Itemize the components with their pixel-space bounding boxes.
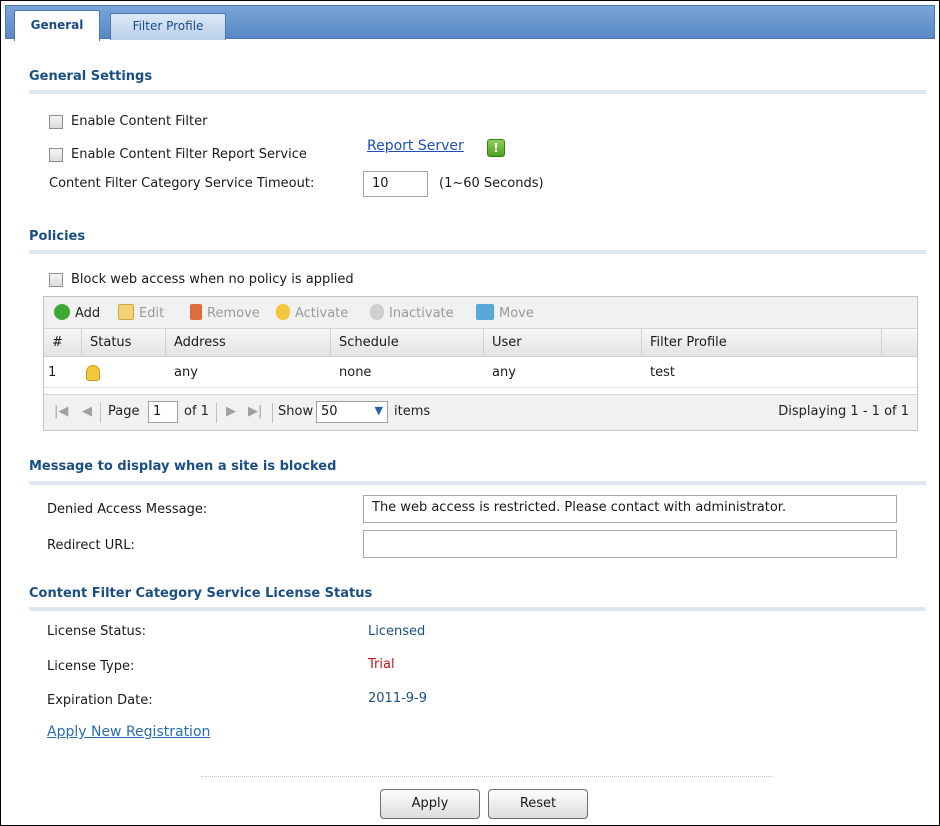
expiration-date-label: Expiration Date:	[47, 693, 153, 708]
denied-access-label: Denied Access Message:	[47, 502, 208, 517]
column-header-number[interactable]: #	[44, 329, 82, 356]
separator	[272, 403, 273, 423]
section-divider	[29, 250, 926, 254]
section-divider	[29, 607, 926, 611]
row-filter-profile: test	[650, 365, 675, 380]
trash-icon	[190, 304, 202, 320]
enable-report-service-label: Enable Content Filter Report Service	[71, 147, 307, 162]
page-size-value: 50	[321, 404, 338, 419]
separator	[100, 403, 101, 423]
license-section-title: Content Filter Category Service License …	[29, 586, 373, 601]
next-page-icon[interactable]: ▶	[226, 404, 236, 419]
edit-label: Edit	[139, 306, 165, 321]
lightbulb-on-icon	[276, 304, 290, 320]
add-label: Add	[75, 306, 101, 321]
remove-label: Remove	[207, 306, 260, 321]
enable-content-filter-label: Enable Content Filter	[71, 114, 208, 129]
policy-table: Add Edit Remove Activate Inactivate Move…	[43, 296, 918, 431]
inactivate-label: Inactivate	[389, 306, 454, 321]
row-schedule: none	[339, 365, 372, 380]
show-label: Show	[278, 404, 314, 419]
page-size-select[interactable]: 50 ▼	[316, 401, 388, 423]
apply-new-registration-link[interactable]: Apply New Registration	[47, 724, 210, 740]
timeout-hint: (1~60 Seconds)	[439, 176, 544, 191]
enable-report-service-checkbox[interactable]	[49, 148, 63, 162]
policies-title: Policies	[29, 229, 86, 244]
expiration-date-value: 2011-9-9	[368, 691, 428, 706]
lightbulb-on-icon	[86, 365, 100, 381]
table-pager: |◀ ◀ Page 1 of 1 ▶ ▶| Show 50 ▼ items Di…	[44, 394, 917, 430]
chevron-down-icon: ▼	[374, 404, 383, 417]
reset-button[interactable]: Reset	[488, 789, 588, 819]
tab-bar: General Filter Profile	[5, 5, 935, 41]
apply-button[interactable]: Apply	[380, 789, 480, 819]
move-label: Move	[499, 306, 534, 321]
displaying-label: Displaying 1 - 1 of 1	[778, 404, 909, 419]
footer-divider	[201, 776, 773, 777]
last-page-icon[interactable]: ▶|	[248, 404, 262, 419]
column-header-schedule[interactable]: Schedule	[331, 329, 484, 356]
report-server-link[interactable]: Report Server	[367, 138, 464, 154]
edit-button[interactable]: Edit	[118, 304, 164, 321]
page-count-label: of 1	[184, 404, 209, 419]
denied-access-input[interactable]: The web access is restricted. Please con…	[363, 495, 897, 523]
column-header-filter-profile[interactable]: Filter Profile	[642, 329, 882, 356]
license-type-value: Trial	[368, 657, 395, 672]
separator	[216, 403, 217, 423]
section-divider	[29, 90, 926, 94]
lightbulb-off-icon	[370, 304, 384, 320]
column-header-user[interactable]: User	[484, 329, 642, 356]
add-button[interactable]: Add	[54, 304, 100, 321]
timeout-label: Content Filter Category Service Timeout:	[49, 176, 315, 191]
enable-content-filter-checkbox[interactable]	[49, 115, 63, 129]
section-divider	[29, 481, 926, 485]
row-address: any	[174, 365, 198, 380]
block-web-access-checkbox[interactable]	[49, 273, 63, 287]
redirect-url-input[interactable]	[363, 530, 897, 558]
activate-button[interactable]: Activate	[276, 304, 348, 321]
license-status-value: Licensed	[368, 624, 426, 639]
info-icon[interactable]: !	[487, 139, 505, 157]
table-toolbar: Add Edit Remove Activate Inactivate Move	[44, 297, 917, 329]
add-icon	[54, 304, 70, 320]
block-web-access-label: Block web access when no policy is appli…	[71, 272, 354, 287]
row-user: any	[492, 365, 516, 380]
inactivate-button[interactable]: Inactivate	[370, 304, 454, 321]
activate-label: Activate	[295, 306, 349, 321]
redirect-url-label: Redirect URL:	[47, 538, 135, 553]
edit-icon	[118, 304, 134, 320]
remove-button[interactable]: Remove	[190, 304, 260, 321]
move-icon	[476, 304, 494, 320]
column-header-status[interactable]: Status	[82, 329, 166, 356]
message-section-title: Message to display when a site is blocke…	[29, 459, 337, 474]
tab-general[interactable]: General	[14, 10, 100, 41]
page-label: Page	[108, 404, 140, 419]
tab-filter-profile[interactable]: Filter Profile	[110, 13, 226, 40]
table-header: # Status Address Schedule User Filter Pr…	[44, 329, 917, 357]
column-header-address[interactable]: Address	[166, 329, 331, 356]
general-settings-title: General Settings	[29, 69, 153, 84]
license-type-label: License Type:	[47, 659, 135, 674]
first-page-icon[interactable]: |◀	[54, 404, 68, 419]
table-row[interactable]: 1 any none any test	[44, 358, 917, 388]
prev-page-icon[interactable]: ◀	[82, 404, 92, 419]
timeout-input[interactable]: 10	[363, 171, 428, 197]
items-label: items	[394, 404, 431, 419]
license-status-label: License Status:	[47, 624, 146, 639]
move-button[interactable]: Move	[476, 304, 534, 321]
row-number: 1	[48, 365, 57, 380]
content-filter-panel: General Filter Profile General Settings …	[0, 0, 940, 826]
page-number-input[interactable]: 1	[148, 401, 178, 423]
